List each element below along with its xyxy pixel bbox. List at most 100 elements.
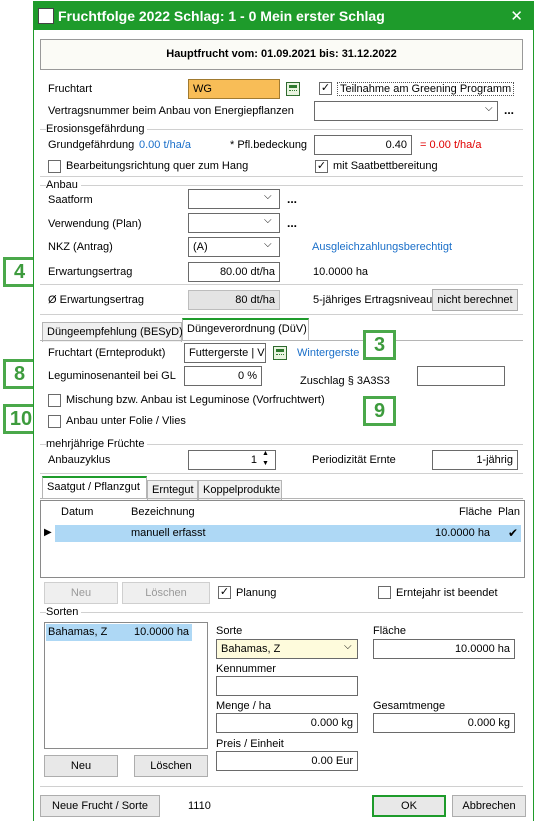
fruchtart-field[interactable]: WG: [188, 79, 280, 99]
col-datum[interactable]: Datum: [61, 506, 93, 518]
mehrjaehrig-title: mehrjährige Früchte: [46, 438, 148, 450]
close-icon[interactable]: ✕: [510, 7, 523, 25]
gesamt-label: Gesamtmenge: [373, 700, 446, 712]
dialog-body: Hauptfrucht vom: 01.09.2021 bis: 31.12.2…: [34, 30, 533, 822]
menge-field[interactable]: 0.000 kg: [216, 713, 358, 733]
legum-field[interactable]: 0 %: [184, 366, 262, 386]
tab-besyd[interactable]: Düngeempfehlung (BESyD): [42, 322, 183, 342]
zyklus-label: Anbauzyklus: [48, 454, 111, 466]
preis-field[interactable]: 0.00 Eur: [216, 751, 358, 771]
verwendung-label: Verwendung (Plan): [48, 218, 142, 230]
cover-label: * Pfl.bedeckung: [230, 139, 308, 151]
area-value: 10.0000 ha: [313, 266, 369, 278]
ok-button[interactable]: OK: [372, 795, 446, 817]
sorte-combo[interactable]: Bahamas, Z: [216, 639, 358, 659]
sorte-area: 10.0000 ha: [134, 626, 190, 638]
ausgleich-link[interactable]: Ausgleichzahlungsberechtigt: [312, 241, 452, 253]
verwendung-more-button[interactable]: ...: [287, 216, 297, 230]
chevron-down-icon[interactable]: ⌵: [485, 103, 493, 114]
callout-4: 4: [3, 257, 36, 287]
row-bezeichnung: manuell erfasst: [131, 527, 206, 539]
erntejahr-label: Erntejahr ist beendet: [396, 587, 498, 599]
chevron-down-icon[interactable]: ⌵: [264, 215, 272, 226]
greening-checkbox[interactable]: ✓: [319, 82, 332, 95]
tab-divider: [40, 340, 523, 341]
seedbed-checkbox[interactable]: ✓: [315, 160, 328, 173]
cover-field[interactable]: 0.40: [314, 135, 412, 155]
window-title: Fruchtfolge 2022 Schlag: 1 - 0 Mein erst…: [58, 8, 385, 24]
cancel-button[interactable]: Abbrechen: [452, 795, 526, 817]
preis-label: Preis / Einheit: [216, 738, 284, 750]
erosion-result: = 0.00 t/ha/a: [420, 139, 482, 151]
app-icon: [38, 8, 54, 24]
tab-duev[interactable]: Düngeverordnung (DüV): [182, 318, 309, 340]
base-risk-value: 0.00 t/ha/a: [139, 139, 191, 151]
contract-combo[interactable]: [314, 101, 498, 121]
saatgut-table[interactable]: Datum Bezeichnung Fläche Plan ▶ manuell …: [40, 500, 525, 578]
saatform-label: Saatform: [48, 194, 93, 206]
spin-down-icon[interactable]: ▼: [262, 460, 269, 467]
table-row[interactable]: manuell erfasst 10.0000 ha ✔: [55, 525, 521, 542]
col-flaeche[interactable]: Fläche: [459, 506, 492, 518]
sorten-title: Sorten: [46, 606, 82, 618]
contract-more-button[interactable]: ...: [504, 103, 514, 117]
saatgut-neu-button[interactable]: Neu: [44, 582, 118, 604]
kennnummer-field[interactable]: [216, 676, 358, 696]
direction-checkbox[interactable]: [48, 160, 61, 173]
callout-8: 8: [3, 359, 36, 389]
sorte-name: Bahamas, Z: [48, 626, 108, 638]
avg-yield-label: Ø Erwartungsertrag: [48, 294, 144, 306]
tab-erntegut[interactable]: Erntegut: [147, 480, 198, 500]
niveau-button[interactable]: nicht berechnet: [432, 289, 518, 311]
mischung-label: Mischung bzw. Anbau ist Leguminose (Vorf…: [66, 394, 325, 406]
tab-divider: [40, 498, 523, 499]
ertrag-field[interactable]: 80.00 dt/ha: [188, 262, 280, 282]
callout-9: 9: [363, 396, 396, 426]
erosion-title: Erosionsgefährdung: [46, 123, 148, 135]
calculator-icon[interactable]: [273, 346, 287, 360]
list-item[interactable]: Bahamas, Z 10.0000 ha: [46, 624, 192, 641]
period-field[interactable]: 1-jährig: [432, 450, 518, 470]
folie-label: Anbau unter Folie / Vlies: [66, 415, 186, 427]
folie-checkbox[interactable]: [48, 415, 61, 428]
planung-label: Planung: [236, 587, 277, 599]
col-bezeichnung[interactable]: Bezeichnung: [131, 506, 195, 518]
sorte-label: Sorte: [216, 625, 243, 637]
dialog-window: Fruchtfolge 2022 Schlag: 1 - 0 Mein erst…: [33, 1, 534, 822]
spin-up-icon[interactable]: ▲: [262, 450, 269, 457]
nkz-label: NKZ (Antrag): [48, 241, 113, 253]
gesamt-field[interactable]: 0.000 kg: [373, 713, 515, 733]
sorten-neu-button[interactable]: Neu: [44, 755, 118, 777]
row-flaeche: 10.0000 ha: [435, 527, 491, 539]
seedbed-label: mit Saatbettbereitung: [333, 160, 438, 172]
base-risk-label: Grundgefährdung: [48, 139, 135, 151]
sorten-loeschen-button[interactable]: Löschen: [134, 755, 208, 777]
title-bar[interactable]: Fruchtfolge 2022 Schlag: 1 - 0 Mein erst…: [34, 2, 533, 30]
col-plan[interactable]: Plan: [498, 506, 520, 518]
wintergerste-link[interactable]: Wintergerste: [297, 347, 359, 359]
fruchtart-label: Fruchtart: [48, 83, 93, 95]
direction-label: Bearbeitungsrichtung quer zum Hang: [66, 160, 249, 172]
tab-saatgut[interactable]: Saatgut / Pflanzgut: [42, 476, 147, 498]
sorten-list[interactable]: Bahamas, Z 10.0000 ha: [44, 622, 208, 749]
saatgut-loeschen-button[interactable]: Löschen: [122, 582, 210, 604]
duev-fruchtart-field[interactable]: Futtergerste | V: [184, 343, 266, 363]
erntejahr-checkbox[interactable]: [378, 586, 391, 599]
sorte-flaeche-field[interactable]: 10.0000 ha: [373, 639, 515, 659]
zuschlag-field[interactable]: [417, 366, 505, 386]
duev-fruchtart-label: Fruchtart (Ernteprodukt): [48, 347, 166, 359]
avg-yield-field: 80 dt/ha: [188, 290, 280, 310]
chevron-down-icon[interactable]: ⌵: [264, 191, 272, 202]
greening-label[interactable]: Teilnahme am Greening Programm: [337, 82, 515, 96]
chevron-down-icon[interactable]: ⌵: [344, 641, 352, 652]
saatform-more-button[interactable]: ...: [287, 192, 297, 206]
new-crop-button[interactable]: Neue Frucht / Sorte: [40, 795, 160, 817]
planung-checkbox[interactable]: ✓: [218, 586, 231, 599]
tab-koppelprodukte[interactable]: Koppelprodukte: [198, 480, 282, 500]
mischung-checkbox[interactable]: [48, 394, 61, 407]
chevron-down-icon[interactable]: ⌵: [264, 239, 272, 250]
ertrag-label: Erwartungsertrag: [48, 266, 133, 278]
calculator-icon[interactable]: [286, 82, 300, 96]
legum-label: Leguminosenanteil bei GL: [48, 370, 176, 382]
niveau-label: 5-jähriges Ertragsniveau: [313, 294, 433, 306]
